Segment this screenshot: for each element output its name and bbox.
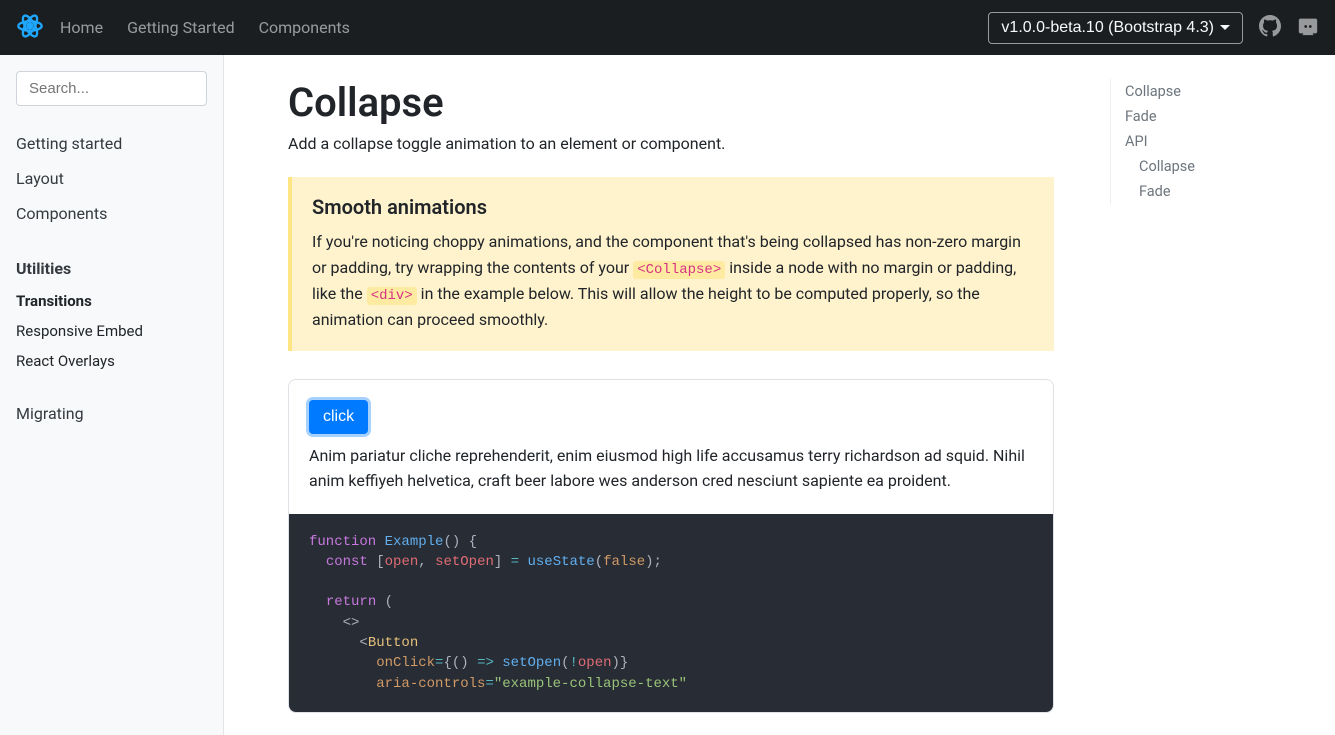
- version-label: v1.0.0-beta.10 (Bootstrap 4.3): [1001, 19, 1214, 37]
- code-token: =>: [477, 655, 494, 671]
- code-token: ]: [494, 554, 511, 570]
- sidebar-migrating[interactable]: Migrating: [16, 396, 207, 431]
- code-token: (: [561, 655, 569, 671]
- toc-api-fade[interactable]: Fade: [1111, 179, 1268, 204]
- code-token: open: [578, 655, 612, 671]
- code-token: (: [595, 554, 603, 570]
- search-input[interactable]: [16, 71, 207, 106]
- code-token: );: [645, 554, 662, 570]
- callout-note: Smooth animations If you're noticing cho…: [288, 177, 1054, 351]
- nav-home[interactable]: Home: [60, 18, 103, 37]
- code-token: [519, 554, 527, 570]
- sidebar-layout[interactable]: Layout: [16, 161, 207, 196]
- sidebar-react-overlays[interactable]: React Overlays: [16, 346, 207, 376]
- nav-components[interactable]: Components: [259, 18, 350, 37]
- sidebar-responsive-embed[interactable]: Responsive Embed: [16, 316, 207, 346]
- code-token: false: [603, 554, 645, 570]
- chevron-down-icon: [1220, 25, 1230, 30]
- toc-api[interactable]: API: [1111, 129, 1268, 154]
- discord-icon[interactable]: [1297, 15, 1319, 41]
- code-token: setOpen: [502, 655, 561, 671]
- code-token: open: [385, 554, 419, 570]
- toc-collapse[interactable]: Collapse: [1111, 79, 1268, 104]
- github-icon[interactable]: [1259, 15, 1281, 41]
- code-token: {: [443, 655, 451, 671]
- version-dropdown[interactable]: v1.0.0-beta.10 (Bootstrap 4.3): [988, 12, 1243, 44]
- code-token: useState: [528, 554, 595, 570]
- code-token: =: [511, 554, 519, 570]
- toc-api-collapse[interactable]: Collapse: [1111, 154, 1268, 179]
- code-div-tag: <div>: [367, 287, 417, 305]
- code-token: <>: [343, 615, 360, 631]
- code-token: onClick: [376, 655, 435, 671]
- code-collapse-tag: <Collapse>: [633, 261, 725, 279]
- code-token: return: [326, 594, 376, 610]
- code-token: const: [326, 554, 368, 570]
- code-token: (): [452, 655, 477, 671]
- sidebar-getting-started[interactable]: Getting started: [16, 126, 207, 161]
- sidebar-transitions[interactable]: Transitions: [16, 286, 207, 316]
- toc-fade[interactable]: Fade: [1111, 104, 1268, 129]
- toc: Collapse Fade API Collapse Fade: [1094, 55, 1284, 735]
- code-token: Example: [385, 534, 444, 550]
- sidebar: Getting started Layout Components Utilit…: [0, 55, 224, 735]
- example-collapse-text: Anim pariatur cliche reprehenderit, enim…: [309, 444, 1033, 494]
- main-content: Collapse Add a collapse toggle animation…: [224, 55, 1094, 735]
- code-token: =: [485, 676, 493, 692]
- code-token: function: [309, 534, 376, 550]
- code-token: "example-collapse-text": [494, 676, 687, 692]
- nav-links: Home Getting Started Components: [60, 18, 350, 37]
- code-token: () {: [443, 534, 477, 550]
- code-token: <: [359, 635, 367, 651]
- code-block: function Example() { const [open, setOpe…: [289, 514, 1053, 712]
- code-token: (: [376, 594, 393, 610]
- code-token: setOpen: [435, 554, 494, 570]
- sidebar-components[interactable]: Components: [16, 196, 207, 231]
- code-token: aria-controls: [376, 676, 485, 692]
- note-body: If you're noticing choppy animations, an…: [312, 229, 1034, 333]
- example-toggle-button[interactable]: click: [309, 400, 368, 434]
- code-token: ,: [418, 554, 435, 570]
- code-token: }: [620, 655, 628, 671]
- top-navbar: Home Getting Started Components v1.0.0-b…: [0, 0, 1335, 55]
- nav-getting-started[interactable]: Getting Started: [127, 18, 235, 37]
- page-lead: Add a collapse toggle animation to an el…: [288, 134, 1054, 153]
- code-token: [: [368, 554, 385, 570]
- code-token: Button: [368, 635, 418, 651]
- example-card: click Anim pariatur cliche reprehenderit…: [288, 379, 1054, 713]
- code-token: ): [612, 655, 620, 671]
- page-title: Collapse: [288, 79, 1054, 126]
- sidebar-section-utilities: Utilities: [16, 251, 207, 286]
- code-token: !: [570, 655, 578, 671]
- note-title: Smooth animations: [312, 195, 1034, 219]
- logo-icon[interactable]: [16, 12, 44, 44]
